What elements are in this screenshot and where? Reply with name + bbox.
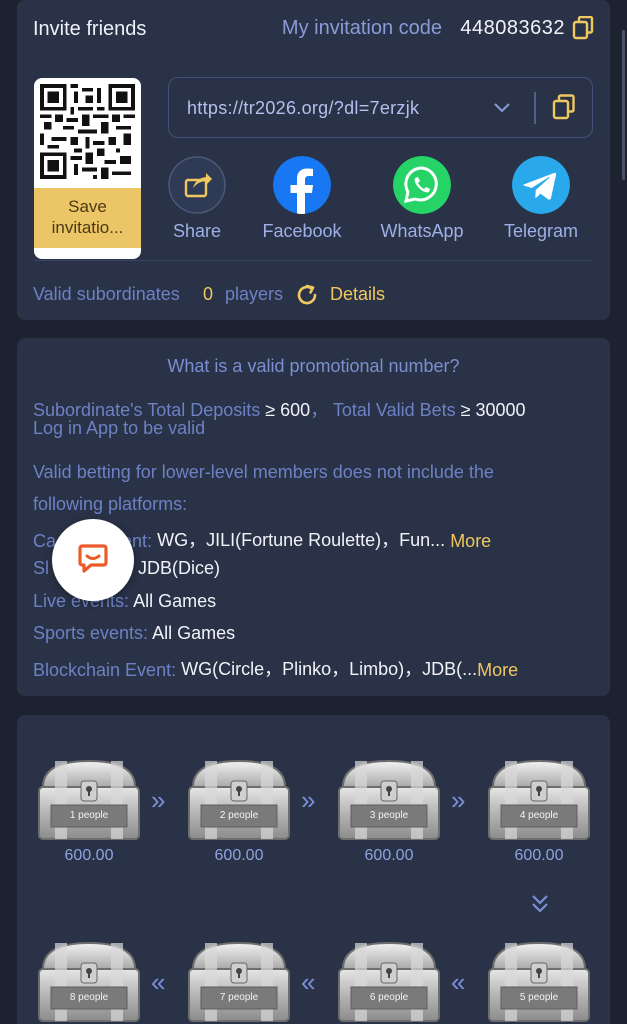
blockchain-more-link[interactable]: More [477, 660, 518, 680]
treasure-chest[interactable]: 6 people [335, 939, 443, 1024]
treasure-chest[interactable]: 8 people [35, 939, 143, 1024]
whatsapp-label: WhatsApp [380, 221, 464, 241]
rules-title: What is a valid promotional number? [167, 356, 460, 376]
double-chevron-right-icon: » [151, 785, 166, 815]
treasure-chest[interactable]: 2 people [185, 757, 293, 845]
chest-reward-amount: 600.00 [214, 847, 264, 864]
whatsapp-share-button[interactable]: WhatsApp [372, 156, 472, 242]
login-note: Log in App to be valid [33, 418, 206, 438]
copy-link-icon[interactable] [552, 94, 576, 120]
exclusion-text-line1: Valid betting for lower-level members do… [33, 462, 494, 482]
telegram-label: Telegram [503, 221, 579, 241]
treasure-chest[interactable]: 3 people [335, 757, 443, 845]
casino-more-link[interactable]: More [450, 531, 491, 551]
telegram-icon [512, 156, 570, 214]
facebook-icon [273, 156, 331, 214]
treasure-chest[interactable]: 4 people [485, 757, 593, 845]
invite-card: Invite friends My invitation code 448083… [17, 0, 610, 320]
whatsapp-icon [393, 156, 451, 214]
chest-people-label: 2 people [219, 810, 259, 821]
facebook-label: Facebook [262, 221, 342, 241]
copy-code-icon[interactable] [572, 15, 594, 40]
invitation-code-label: My invitation code [281, 17, 442, 39]
double-chevron-left-icon: « [151, 967, 166, 997]
blockchain-event-value: WG(Circle，Plinko，Limbo)，JDB(... [181, 659, 478, 679]
double-chevron-right-icon: » [451, 785, 466, 815]
telegram-share-button[interactable]: Telegram [491, 156, 591, 242]
invitation-code-value: 448083632 [460, 17, 565, 39]
double-chevron-down-icon [532, 895, 548, 913]
deposits-value: ≥ 600 [265, 400, 311, 420]
slot-event-label: Sl [33, 558, 50, 578]
chest-people-label: 7 people [219, 992, 259, 1003]
blockchain-event-row: Blockchain Event: WG(Circle，Plinko，Limbo… [33, 655, 518, 681]
refresh-icon[interactable] [295, 283, 319, 307]
chest-people-label: 8 people [69, 992, 109, 1003]
sports-event-label: Sports events: [33, 623, 149, 643]
share-label: Share [172, 221, 222, 241]
chevron-down-icon[interactable] [491, 96, 513, 118]
treasure-chest[interactable]: 1 people [35, 757, 143, 845]
divider [34, 260, 593, 261]
chest-reward-amount: 600.00 [64, 847, 114, 864]
share-button[interactable]: Share [147, 156, 247, 242]
bets-label: Total Valid Bets [332, 400, 456, 420]
live-event-value: All Games [133, 591, 217, 611]
scrollbar[interactable] [622, 30, 625, 180]
divider [534, 92, 536, 124]
customer-service-button[interactable] [52, 519, 134, 601]
qr-code-panel: Save invitatio... [34, 78, 141, 259]
invite-rewards-card: 1 people 600.00 2 people 600.00 3 people 600.… [17, 715, 610, 1024]
save-invitation-button[interactable]: Save invitatio... [34, 188, 141, 248]
chest-people-label: 6 people [369, 992, 409, 1003]
sports-event-value: All Games [152, 623, 236, 643]
casino-event-value: WG，JILI(Fortune Roulette)，Fun... [157, 530, 446, 550]
double-chevron-right-icon: » [301, 785, 316, 815]
bets-value: ≥ 30000 [460, 400, 526, 420]
facebook-share-button[interactable]: Facebook [252, 156, 352, 242]
chest-people-label: 1 people [69, 810, 109, 821]
double-chevron-left-icon: « [451, 967, 466, 997]
treasure-chest[interactable]: 7 people [185, 939, 293, 1024]
valid-subordinates-label: Valid subordinates [33, 284, 180, 304]
treasure-chest[interactable]: 5 people [485, 939, 593, 1024]
chest-reward-amount: 600.00 [514, 847, 564, 864]
valid-subordinates-count: 0 [203, 284, 214, 304]
chest-people-label: 5 people [519, 992, 559, 1003]
double-chevron-left-icon: « [301, 967, 316, 997]
chest-reward-amount: 600.00 [364, 847, 414, 864]
invite-title: Invite friends [33, 18, 147, 40]
chest-people-label: 3 people [369, 810, 409, 821]
live-event-row: Live events: All Games [33, 591, 216, 612]
exclusion-text-line2: following platforms: [33, 494, 188, 514]
valid-subordinates-unit: players [225, 284, 284, 304]
details-link[interactable]: Details [330, 284, 385, 305]
sports-event-row: Sports events: All Games [33, 623, 235, 644]
share-icon [168, 156, 226, 214]
blockchain-event-label: Blockchain Event: [33, 660, 177, 680]
invitation-link-field[interactable]: https://tr2026.org/?dl=7erzjk [168, 77, 593, 138]
qr-code [40, 84, 135, 179]
valid-rules-card: What is a valid promotional number? Subo… [17, 338, 610, 696]
deposits-label: Subordinate's Total Deposits [33, 400, 261, 420]
chest-people-label: 4 people [519, 810, 559, 821]
invitation-link-text: https://tr2026.org/?dl=7erzjk [187, 98, 420, 118]
chat-bubble-icon [78, 544, 108, 573]
slot-event-value: JDB(Dice) [138, 558, 221, 578]
